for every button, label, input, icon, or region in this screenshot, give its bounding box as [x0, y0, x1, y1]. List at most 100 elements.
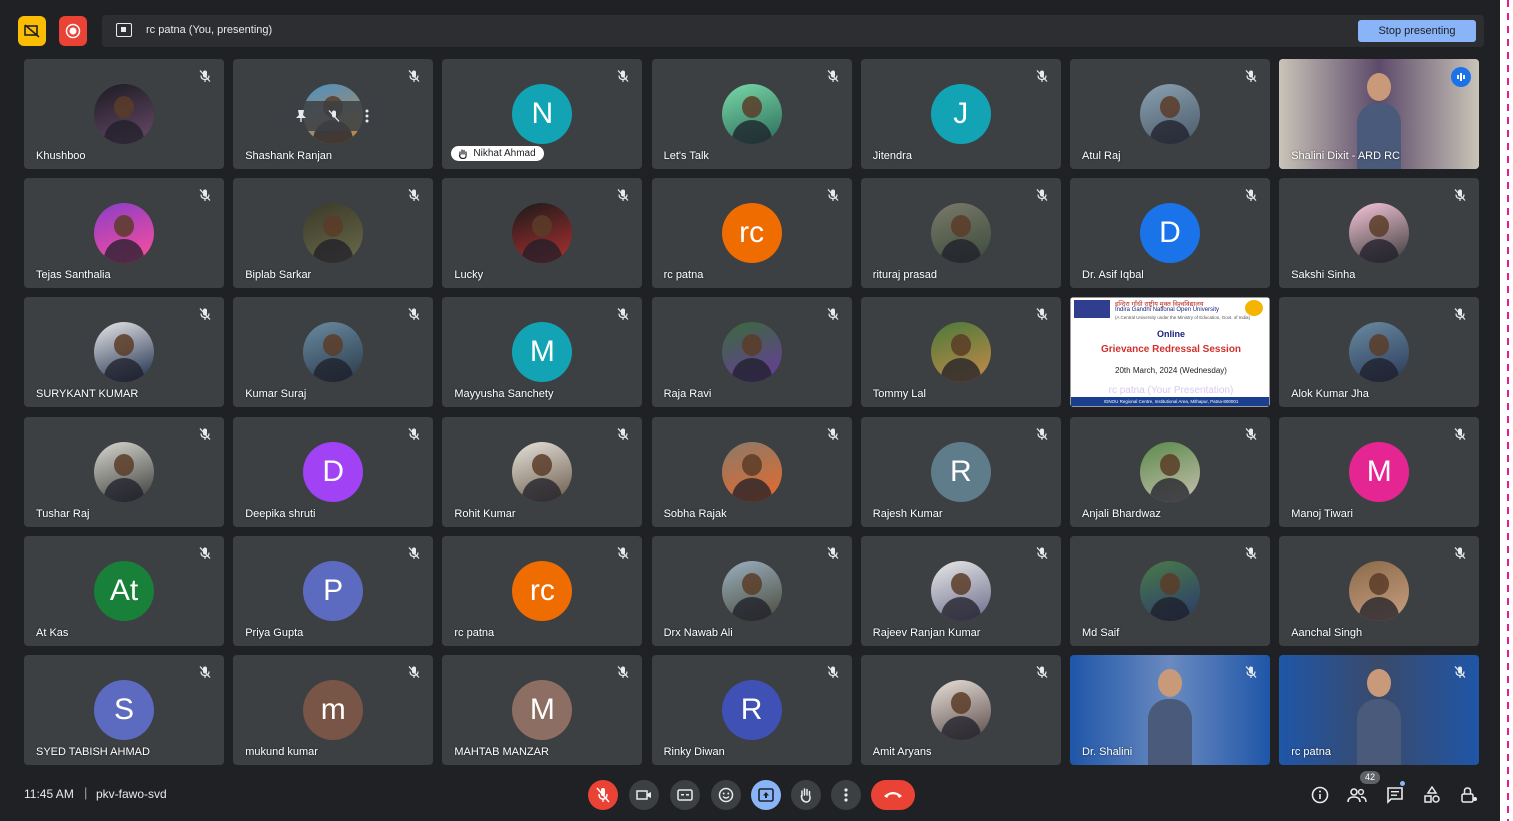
mic-off-icon	[1035, 546, 1049, 560]
mic-off-icon	[198, 665, 212, 679]
participant-tile[interactable]: M Mayyusha Sanchety	[442, 297, 643, 408]
chat-button[interactable]	[1385, 785, 1405, 805]
participant-tile[interactable]: Atul Raj	[1070, 59, 1270, 169]
participant-tile[interactable]: Lucky	[442, 178, 643, 289]
participant-tile[interactable]: Shashank Ranjan	[233, 59, 434, 169]
participant-tile[interactable]: N Nikhat Ahmad	[442, 59, 643, 169]
meeting-time: 11:45 AM	[24, 787, 74, 801]
participant-tile[interactable]: Amit Aryans	[860, 655, 1061, 765]
participant-name: Kumar Suraj	[245, 388, 307, 401]
more-vert-icon	[365, 109, 369, 123]
pin-icon	[296, 110, 307, 122]
slide-online: Online	[1156, 329, 1185, 340]
people-button[interactable]	[1347, 785, 1367, 805]
avatar: M	[1349, 441, 1410, 502]
avatar-body	[1359, 358, 1400, 383]
participant-grid: Khushboo Shashank Ranjan N Nikhat Ahmad Let'…	[24, 59, 1480, 765]
avatar-head	[532, 453, 553, 476]
participant-tile[interactable]: Let's Talk	[651, 59, 852, 169]
emoji-icon	[718, 787, 734, 803]
participant-tile[interactable]: D Dr. Asif Iqbal	[1070, 178, 1270, 289]
participant-tile[interactable]: Shalini Dixit - ARD RC	[1279, 59, 1480, 169]
captions-button[interactable]	[670, 780, 700, 810]
avatar-head	[1369, 215, 1390, 238]
participant-tile[interactable]: R Rajesh Kumar	[860, 416, 1061, 527]
participant-tile[interactable]: Rohit Kumar	[442, 416, 643, 527]
microphone-button[interactable]	[588, 780, 618, 810]
participant-tile[interactable]: Tejas Santhalia	[24, 178, 224, 289]
more-options-button[interactable]	[831, 780, 861, 810]
avatar-body	[731, 477, 772, 502]
participant-tile[interactable]: R Rinky Diwan	[651, 655, 852, 765]
avatar	[721, 441, 782, 502]
leave-call-button[interactable]	[871, 780, 915, 810]
participant-tile[interactable]: P Priya Gupta	[233, 535, 434, 646]
presentation-overlay-label: rc patna (Your Presentation)	[1108, 385, 1234, 397]
participant-tile[interactable]: Biplab Sarkar	[233, 178, 434, 289]
avatar	[1140, 84, 1200, 144]
mic-off-icon	[826, 188, 840, 202]
participant-name: Aanchal Singh	[1291, 626, 1363, 639]
stop-presenting-button[interactable]: Stop presenting	[1358, 20, 1476, 42]
mic-off-icon	[826, 665, 840, 679]
participant-tile[interactable]: Dr. Shalini	[1070, 655, 1270, 765]
more-vert-icon	[844, 788, 848, 802]
avatar-body	[1359, 239, 1400, 264]
tile-hover-controls[interactable]	[283, 101, 384, 131]
avatar-head	[950, 215, 971, 238]
participant-tile[interactable]: Drx Nawab Ali	[651, 535, 852, 646]
participant-tile[interactable]: Sobha Rajak	[651, 416, 852, 527]
meeting-details-button[interactable]	[1310, 785, 1330, 805]
participant-tile[interactable]: M Manoj Tiwari	[1279, 416, 1480, 527]
chat-unread-dot	[1400, 781, 1405, 786]
participant-tile[interactable]: Khushboo	[24, 59, 224, 169]
mic-off-icon	[826, 307, 840, 321]
participant-name: SURYKANT KUMAR	[36, 388, 139, 401]
participant-tile[interactable]: S SYED TABISH AHMAD	[24, 655, 224, 765]
participant-tile[interactable]: Rajeev Ranjan Kumar	[860, 535, 1061, 646]
reactions-button[interactable]	[711, 780, 741, 810]
participant-tile[interactable]: D Deepika shruti	[233, 416, 434, 527]
participant-tile[interactable]: Sakshi Sinha	[1279, 178, 1480, 289]
raise-hand-button[interactable]	[791, 780, 821, 810]
host-controls-button[interactable]	[1459, 785, 1479, 805]
activities-button[interactable]	[1422, 785, 1442, 805]
participant-tile[interactable]: SURYKANT KUMAR	[24, 297, 224, 408]
avatar: rc	[721, 203, 782, 264]
participant-tile[interactable]: इन्दिरा गाँधी राष्ट्रीय मुक्त विश्वविद्य…	[1070, 297, 1270, 408]
participant-tile[interactable]: rituraj prasad	[860, 178, 1061, 289]
avatar	[1140, 560, 1200, 621]
video-person	[1148, 669, 1192, 765]
participant-tile[interactable]: Aanchal Singh	[1279, 535, 1480, 646]
participant-tile[interactable]: Tushar Raj	[24, 416, 224, 527]
mic-off-icon	[198, 188, 212, 202]
no-camera-indicator[interactable]	[18, 16, 46, 46]
participant-name: SYED TABISH AHMAD	[36, 746, 150, 758]
mic-off-icon	[407, 546, 421, 560]
participant-tile[interactable]: m mukund kumar	[233, 655, 434, 765]
participant-tile[interactable]: rc rc patna	[651, 178, 852, 289]
camera-button[interactable]	[629, 780, 659, 810]
participant-name: rituraj prasad	[872, 269, 937, 282]
avatar	[94, 441, 154, 502]
participant-tile[interactable]: Alok Kumar Jha	[1279, 297, 1480, 408]
chat-icon	[1387, 787, 1403, 804]
participant-tile[interactable]: Md Saif	[1070, 535, 1270, 646]
participant-tile[interactable]: Tommy Lal	[860, 297, 1061, 408]
participant-tile[interactable]: Anjali Bhardwaz	[1070, 416, 1270, 527]
participant-name: Rohit Kumar	[454, 507, 516, 520]
participant-tile[interactable]: Kumar Suraj	[233, 297, 434, 408]
participant-tile[interactable]: rc patna	[1279, 655, 1480, 765]
participant-tile[interactable]: At At Kas	[24, 535, 224, 646]
avatar-head	[950, 572, 971, 595]
participant-tile[interactable]: M MAHTAB MANZAR	[442, 655, 643, 765]
mic-off-icon	[616, 188, 630, 202]
mic-off-icon	[198, 307, 212, 321]
recording-button[interactable]	[59, 16, 87, 46]
participant-tile[interactable]: rc rc patna	[442, 535, 643, 646]
present-now-button[interactable]	[751, 780, 781, 810]
participant-tile[interactable]: J Jitendra	[860, 59, 1061, 169]
people-icon	[1347, 788, 1367, 803]
participant-tile[interactable]: Raja Ravi	[651, 297, 852, 408]
avatar-head	[1160, 96, 1180, 118]
